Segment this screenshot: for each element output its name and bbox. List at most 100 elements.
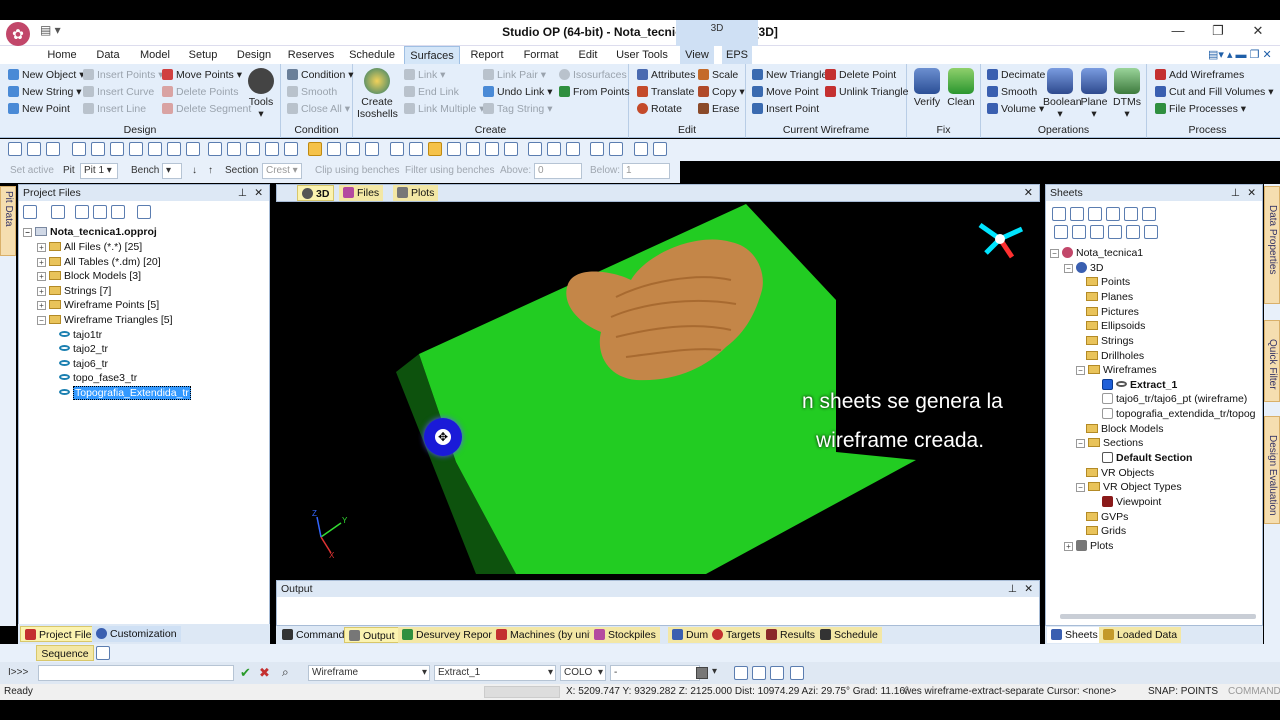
filter-icon[interactable] [528, 142, 542, 156]
filter-benches-button[interactable]: Filter using benches [405, 165, 495, 176]
snap-grid-icon[interactable] [327, 142, 341, 156]
sheets-scrollbar[interactable] [1060, 614, 1256, 619]
rotate-view-icon[interactable] [46, 142, 60, 156]
tab-setup[interactable]: Setup [186, 46, 220, 64]
tab-design[interactable]: Design [234, 46, 274, 64]
plane-button[interactable]: Plane ▾ [1079, 68, 1109, 120]
rotate-button[interactable]: Rotate [637, 101, 682, 117]
tab-edit[interactable]: Edit [574, 46, 602, 64]
tag-string-button[interactable]: Tag String ▾ [483, 101, 552, 117]
colour-dropdown-icon[interactable]: ▾ [712, 666, 717, 677]
tab-user-tools[interactable]: User Tools [616, 46, 668, 64]
move-point-button[interactable]: Move Point [752, 84, 819, 100]
end-link-button[interactable]: End Link [404, 84, 459, 100]
design-evaluation-tab[interactable]: Design Evaluation [1264, 416, 1280, 524]
volume-button[interactable]: Volume ▾ [987, 101, 1044, 117]
sheet-node-extract-1[interactable]: Extract_1 [1102, 378, 1177, 392]
sheet-tool-6-icon[interactable] [1142, 207, 1156, 221]
zoom-previous-icon[interactable] [167, 142, 181, 156]
set-active-button[interactable]: Set active [10, 165, 54, 176]
view-close-icon[interactable]: ✕ [1024, 186, 1033, 199]
sheet-node-tajo6[interactable]: tajo6_tr/tajo6_pt (wireframe) [1102, 392, 1247, 406]
sheet-tool-9-icon[interactable] [1090, 225, 1104, 239]
sheet-node-points[interactable]: Points [1086, 275, 1130, 289]
snap-points-icon[interactable] [308, 142, 322, 156]
sheet-node-sections[interactable]: − Sections [1076, 436, 1143, 450]
tab-stockpiles[interactable]: Stockpiles [590, 627, 660, 643]
tab-results[interactable]: Results [762, 627, 820, 643]
tab-loaded-data[interactable]: Loaded Data [1099, 627, 1182, 643]
tree-item-all-files[interactable]: + All Files (*.*) [25] [37, 240, 142, 254]
verify-button[interactable]: Verify [911, 68, 943, 108]
tool-b-icon[interactable] [752, 666, 766, 680]
tree-item-block-models[interactable]: + Block Models [3] [37, 269, 141, 283]
orientation-gizmo-icon[interactable] [978, 222, 1024, 259]
pin-icon[interactable]: ⊥ [1231, 185, 1240, 201]
maximize-icon[interactable]: ❐ [1208, 23, 1228, 41]
tab-view[interactable]: View [680, 46, 714, 64]
file-processes-button[interactable]: File Processes ▾ [1155, 101, 1246, 117]
section-width-icon[interactable] [447, 142, 461, 156]
sheets-root[interactable]: − Nota_tecnica1 [1050, 246, 1143, 260]
tab-machines[interactable]: Machines (by unit) [492, 627, 600, 643]
tree-child-topografia-extendida-tr[interactable]: Topografia_Extendida_tr [59, 386, 191, 400]
tree-item-wireframe-triangles[interactable]: − Wireframe Triangles [5] [37, 313, 173, 327]
section-toggle-icon[interactable] [428, 142, 442, 156]
sheet-tool-12-icon[interactable] [1144, 225, 1158, 239]
command-input[interactable] [38, 665, 234, 681]
insert-line-button[interactable]: Insert Line [83, 101, 146, 117]
tab-3d[interactable]: 3D [297, 185, 335, 201]
tab-surfaces[interactable]: Surfaces [404, 46, 460, 64]
section-grid-icon[interactable] [466, 142, 480, 156]
sheet-tool-10-icon[interactable] [1108, 225, 1122, 239]
insert-curve-button[interactable]: Insert Curve [83, 84, 154, 100]
snap-edit-icon[interactable] [365, 142, 379, 156]
new-point-button[interactable]: New Point [8, 101, 70, 117]
sheet-node-default-section[interactable]: Default Section [1102, 451, 1192, 465]
zoom-window-icon[interactable] [129, 142, 143, 156]
close-all-button[interactable]: Close All ▾ [287, 101, 350, 117]
tree-child-tajo6-tr[interactable]: tajo6_tr [59, 357, 108, 371]
delete-point-button[interactable]: Delete Point [825, 67, 896, 83]
move-points-button[interactable]: Move Points ▾ [162, 67, 242, 83]
object-type-select[interactable]: Wireframe ▾ [308, 665, 430, 681]
cancel-x-icon[interactable]: ✖ [259, 665, 270, 681]
above-input[interactable]: 0 [534, 163, 582, 179]
tool-a-icon[interactable] [734, 666, 748, 680]
sheet-node-pictures[interactable]: Pictures [1086, 305, 1139, 319]
sequence-tab[interactable]: Sequence [36, 645, 94, 661]
checkbox-icon[interactable] [1102, 393, 1113, 404]
tab-reserves[interactable]: Reserves [286, 46, 336, 64]
tree-item-wireframe-points[interactable]: + Wireframe Points [5] [37, 298, 159, 312]
select-icon[interactable] [227, 142, 241, 156]
viewport-3d[interactable]: Y Z X ✥ n sheets se genera la wireframe … [276, 202, 1040, 574]
sheet-tool-11-icon[interactable] [1126, 225, 1140, 239]
smooth-button[interactable]: Smooth [287, 84, 337, 100]
sheet-node-plots[interactable]: + Plots [1064, 539, 1113, 553]
tab-output[interactable]: Output [344, 627, 400, 643]
sheet-tool-4-icon[interactable] [1106, 207, 1120, 221]
move-icon[interactable] [208, 142, 222, 156]
section-back-icon[interactable] [390, 142, 404, 156]
sequence-grid-icon[interactable] [96, 646, 110, 660]
select-string-icon[interactable] [284, 142, 298, 156]
properties-icon[interactable] [111, 205, 125, 219]
refresh-icon[interactable] [51, 205, 65, 219]
section-select[interactable]: Crest ▾ [262, 163, 302, 179]
bench-select[interactable]: ▾ [162, 163, 182, 179]
snap-line-icon[interactable] [346, 142, 360, 156]
quick-filter-tab[interactable]: Quick Filter [1264, 320, 1280, 402]
new-string-button[interactable]: New String ▾ [8, 84, 82, 100]
tool-d-icon[interactable] [790, 666, 804, 680]
search-icon[interactable]: ⌕ [282, 665, 289, 680]
link-button[interactable]: Link ▾ [404, 67, 445, 83]
zoom-icon[interactable] [72, 142, 86, 156]
pit-data-side-tab[interactable]: Pit Data [0, 186, 16, 256]
sheet-tool-8-icon[interactable] [1072, 225, 1086, 239]
translate-button[interactable]: Translate [637, 84, 694, 100]
sheet-node-block-models[interactable]: Block Models [1086, 422, 1163, 436]
delete-points-button[interactable]: Delete Points [162, 84, 238, 100]
section-forward-icon[interactable] [409, 142, 423, 156]
lock-open-icon[interactable] [634, 142, 648, 156]
tab-data[interactable]: Data [92, 46, 124, 64]
